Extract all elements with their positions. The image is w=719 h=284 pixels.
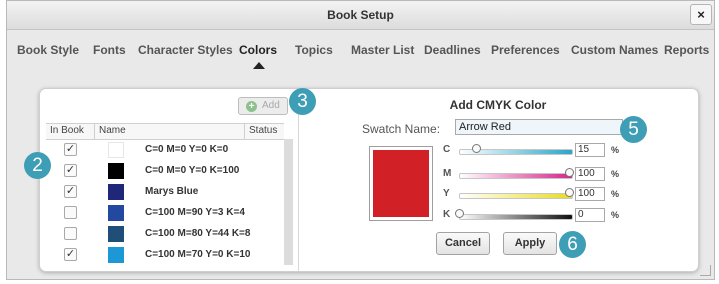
- percent-unit: %: [611, 210, 620, 220]
- tab-fonts[interactable]: Fonts: [93, 43, 126, 57]
- color-swatch: [108, 142, 124, 158]
- cancel-button[interactable]: Cancel: [436, 232, 490, 255]
- close-button[interactable]: ×: [690, 4, 712, 25]
- in-book-checkbox[interactable]: ✓: [64, 185, 77, 198]
- color-list-pane: + Add In Book Name Status ✓ C=0 M=0 Y=0 K…: [40, 89, 299, 271]
- color-swatch: [108, 226, 124, 242]
- color-row[interactable]: ✓ C=100 M=70 Y=0 K=10: [46, 245, 284, 266]
- tab-preferences[interactable]: Preferences: [491, 43, 560, 57]
- title-bar: Book Setup ×: [7, 1, 714, 30]
- channel-label: K: [443, 209, 451, 220]
- color-preview-swatch: [373, 150, 429, 217]
- percent-unit: %: [611, 189, 620, 199]
- color-row[interactable]: ✓ Marys Blue: [46, 182, 284, 203]
- swatch-name-label: Swatch Name:: [362, 122, 441, 136]
- channel-slider[interactable]: [459, 193, 573, 199]
- callout-badge-2: 2: [24, 152, 51, 179]
- dialog-title: Book Setup: [327, 8, 394, 22]
- channel-row-m: M 100%: [443, 167, 623, 183]
- column-header-in-book[interactable]: In Book: [50, 125, 84, 136]
- active-tab-indicator: [253, 62, 265, 69]
- color-row[interactable]: ✓ C=0 M=0 Y=0 K=0: [46, 140, 284, 161]
- channel-value-input[interactable]: 100: [575, 167, 605, 181]
- apply-button[interactable]: Apply: [503, 232, 557, 255]
- channel-row-c: C 15%: [443, 143, 623, 159]
- color-row[interactable]: ✓ C=0 M=0 Y=0 K=100: [46, 161, 284, 182]
- in-book-checkbox[interactable]: ✓: [64, 164, 77, 177]
- column-divider: [244, 124, 245, 139]
- in-book-checkbox[interactable]: ✓: [64, 143, 77, 156]
- column-header-status[interactable]: Status: [249, 125, 277, 136]
- tab-deadlines[interactable]: Deadlines: [424, 43, 481, 57]
- tab-custom-names[interactable]: Custom Names: [571, 43, 658, 57]
- color-row[interactable]: C=100 M=80 Y=44 K=8: [46, 224, 284, 245]
- resize-grip[interactable]: [700, 265, 711, 276]
- tab-colors[interactable]: Colors: [239, 43, 277, 57]
- cmyk-editor-title: Add CMYK Color: [449, 98, 547, 112]
- color-swatch: [108, 247, 124, 263]
- color-row[interactable]: C=100 M=90 Y=3 K=4: [46, 203, 284, 224]
- channel-row-y: Y 100%: [443, 187, 623, 203]
- plus-circle-icon: +: [246, 101, 257, 112]
- slider-handle[interactable]: [455, 209, 464, 218]
- color-swatch: [108, 205, 124, 221]
- channel-value-input[interactable]: 100: [575, 187, 605, 201]
- color-swatch: [108, 163, 124, 179]
- channel-label: M: [443, 168, 452, 179]
- channel-row-k: K 0%: [443, 208, 623, 224]
- add-button-label: Add: [262, 100, 280, 111]
- channel-label: Y: [443, 188, 450, 199]
- color-table-header: In Book Name Status: [46, 123, 284, 140]
- channel-value-input[interactable]: 0: [575, 208, 605, 222]
- slider-handle[interactable]: [565, 168, 574, 177]
- tab-book-style[interactable]: Book Style: [17, 43, 79, 57]
- color-name: C=100 M=70 Y=0 K=10: [145, 249, 251, 260]
- book-setup-dialog: Book Setup × Book Style Fonts Character …: [6, 0, 715, 280]
- tab-bar: Book Style Fonts Character Styles Colors…: [7, 30, 714, 70]
- percent-unit: %: [611, 145, 620, 155]
- callout-badge-6: 6: [559, 231, 586, 258]
- tab-master-list[interactable]: Master List: [351, 43, 414, 57]
- slider-handle[interactable]: [565, 188, 574, 197]
- color-name: C=100 M=80 Y=44 K=8: [145, 228, 251, 239]
- color-name: C=0 M=0 Y=0 K=0: [145, 144, 229, 155]
- channel-slider[interactable]: [459, 214, 573, 220]
- tab-character-styles[interactable]: Character Styles: [138, 43, 233, 57]
- column-header-name[interactable]: Name: [99, 125, 126, 136]
- callout-badge-3: 3: [289, 88, 316, 115]
- color-name: Marys Blue: [145, 186, 199, 197]
- color-preview: [369, 146, 433, 221]
- in-book-checkbox[interactable]: [64, 227, 77, 240]
- column-divider: [94, 124, 95, 139]
- add-color-button[interactable]: + Add: [238, 97, 288, 115]
- color-name: C=0 M=0 Y=0 K=100: [145, 165, 240, 176]
- channel-label: C: [443, 144, 451, 155]
- slider-handle[interactable]: [471, 144, 481, 153]
- callout-badge-5: 5: [620, 116, 647, 143]
- color-swatch: [108, 184, 124, 200]
- tab-topics[interactable]: Topics: [295, 43, 333, 57]
- percent-unit: %: [611, 169, 620, 179]
- channel-value-input[interactable]: 15: [575, 143, 605, 157]
- colors-panel: + Add In Book Name Status ✓ C=0 M=0 Y=0 K…: [39, 88, 699, 272]
- in-book-checkbox[interactable]: [64, 206, 77, 219]
- color-list-scrollbar[interactable]: [284, 139, 293, 265]
- channel-slider[interactable]: [459, 173, 573, 179]
- in-book-checkbox[interactable]: ✓: [64, 248, 77, 261]
- tab-reports[interactable]: Reports: [664, 43, 709, 57]
- color-name: C=100 M=90 Y=3 K=4: [145, 207, 245, 218]
- swatch-name-input[interactable]: [455, 119, 623, 135]
